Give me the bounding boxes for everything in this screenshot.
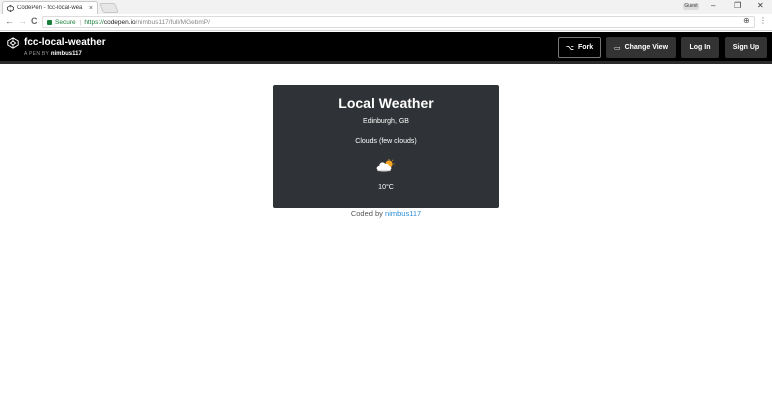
pen-author-link[interactable]: nimbus117 (51, 51, 82, 57)
reload-icon[interactable]: C (31, 16, 38, 26)
fork-button[interactable]: ⌥ Fork (558, 37, 601, 58)
profile-button[interactable]: Guest (683, 3, 699, 10)
maximize-icon[interactable]: ❐ (734, 1, 741, 10)
forward-icon[interactable]: → (18, 16, 27, 26)
log-in-button[interactable]: Log In (681, 37, 719, 58)
codepen-favicon-icon (7, 4, 14, 12)
codepen-logo-icon[interactable] (7, 37, 19, 49)
log-in-label: Log In (689, 44, 711, 51)
close-window-icon[interactable]: ✕ (757, 1, 764, 10)
weather-title: Local Weather (338, 95, 434, 111)
lock-icon (47, 19, 52, 25)
sign-up-button[interactable]: Sign Up (725, 37, 767, 58)
address-separator: | (79, 18, 82, 26)
partly-cloudy-icon (376, 159, 395, 172)
browser-toolbar: ← → C Secure | https:// codepen.io /nimb… (0, 14, 772, 31)
browser-tab-strip: CodePen - fcc-local-wea × Guest – ❐ ✕ (0, 0, 772, 14)
weather-description: Clouds (few clouds) (355, 138, 417, 145)
back-icon[interactable]: ← (5, 16, 14, 26)
fork-label: Fork (577, 44, 594, 51)
codepen-header: fcc-local-weather A PEN BY nimbus117 ⌥ F… (0, 32, 772, 61)
extension-icon[interactable]: ⊕ (743, 16, 750, 25)
footer-prefix: Coded by (350, 209, 383, 218)
pen-author-line: A PEN BY nimbus117 (24, 51, 82, 57)
url-path: /nimbus117/full/MGebmP/ (135, 18, 210, 26)
fork-icon: ⌥ (565, 44, 574, 52)
change-view-icon: ▭ (613, 44, 621, 52)
pen-by-prefix: A PEN BY (24, 51, 50, 57)
url-scheme: https:// (84, 18, 104, 26)
weather-card: Local Weather Edinburgh, GB Clouds (few … (273, 85, 499, 208)
tab-close-icon[interactable]: × (89, 5, 93, 12)
change-view-label: Change View (624, 44, 669, 51)
browser-tab[interactable]: CodePen - fcc-local-wea × (2, 1, 98, 14)
header-divider (0, 61, 772, 64)
pen-title: fcc-local-weather (24, 37, 106, 48)
weather-location: Edinburgh, GB (363, 118, 409, 125)
browser-menu-icon[interactable]: ⋮ (759, 16, 767, 25)
weather-temperature: 10°C (378, 184, 394, 191)
footer-credit: Coded by nimbus117 (0, 209, 772, 218)
minimize-icon[interactable]: – (711, 1, 715, 10)
url-host: codepen.io (103, 18, 136, 26)
sign-up-label: Sign Up (732, 44, 760, 51)
secure-label: Secure (55, 18, 76, 26)
tab-title: CodePen - fcc-local-wea (17, 5, 83, 11)
change-view-button[interactable]: ▭ Change View (606, 37, 676, 58)
new-tab-button[interactable] (99, 3, 119, 13)
address-bar[interactable]: Secure | https:// codepen.io /nimbus117/… (42, 16, 755, 28)
author-link[interactable]: nimbus117 (385, 209, 421, 218)
